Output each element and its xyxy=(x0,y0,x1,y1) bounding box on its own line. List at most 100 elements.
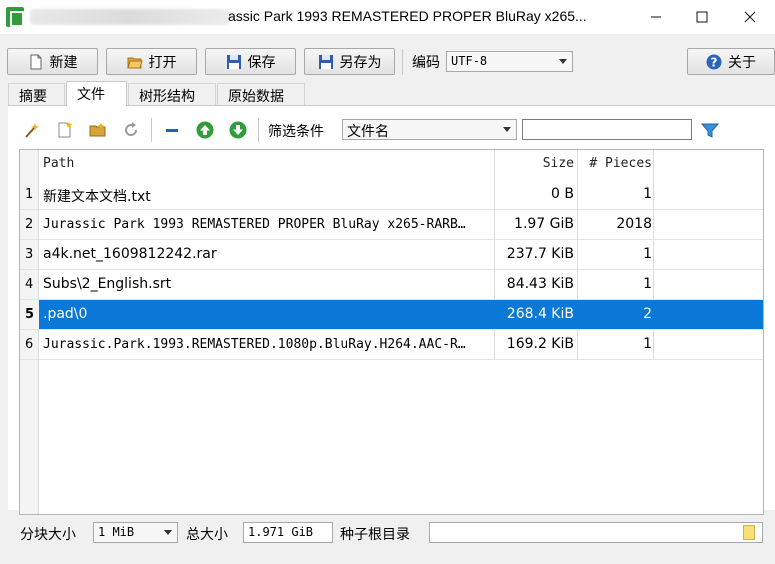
row-number: 3 xyxy=(25,247,34,262)
table-row[interactable]: 2 Jurassic Park 1993 REMASTERED PROPER B… xyxy=(20,210,763,240)
minus-icon xyxy=(166,129,178,132)
filter-input[interactable] xyxy=(522,119,692,140)
refresh-icon xyxy=(125,122,138,137)
add-file-button[interactable] xyxy=(55,120,75,140)
open-button-label: 打开 xyxy=(148,54,177,71)
table-row-selected[interactable]: 5 .pad\0 268.4 KiB 2 xyxy=(20,300,763,330)
move-down-button[interactable] xyxy=(228,120,248,140)
row-path: Jurassic Park 1993 REMASTERED PROPER Blu… xyxy=(43,217,466,232)
tab-raw-data[interactable]: 原始数据 xyxy=(217,83,305,105)
row-path: 新建文本文档.txt xyxy=(43,189,151,205)
about-button-label: 关于 xyxy=(728,54,756,71)
close-icon xyxy=(744,11,756,23)
encoding-value: UTF-8 xyxy=(451,54,488,68)
close-button[interactable] xyxy=(725,0,775,34)
column-header-path[interactable]: Path xyxy=(43,150,74,180)
add-file-icon xyxy=(58,122,72,138)
filter-funnel-icon xyxy=(701,123,719,138)
help-icon: ? xyxy=(706,54,722,69)
column-header-pieces[interactable]: # Pieces xyxy=(580,150,652,180)
maximize-button[interactable] xyxy=(679,0,725,34)
title-redacted xyxy=(30,9,230,25)
open-button[interactable]: 打开 xyxy=(106,48,197,75)
tab-files[interactable]: 文件 xyxy=(66,81,127,106)
add-folder-icon xyxy=(89,123,106,137)
row-number: 5 xyxy=(20,300,39,329)
toolbar-divider xyxy=(258,118,259,142)
save-button[interactable]: 保存 xyxy=(205,48,296,75)
folder-browse-icon[interactable] xyxy=(743,525,755,540)
app-icon xyxy=(6,7,24,27)
save-as-button[interactable]: 另存为 xyxy=(304,48,395,75)
total-size-label: 总大小 xyxy=(186,527,228,543)
new-button[interactable]: 新建 xyxy=(7,48,98,75)
row-pieces: 2 xyxy=(643,306,652,322)
maximize-icon xyxy=(696,11,708,23)
filter-field-value: 文件名 xyxy=(347,124,389,140)
tab-tree[interactable]: 树形结构 xyxy=(128,83,216,105)
column-header-size[interactable]: Size xyxy=(496,150,574,180)
table-row[interactable]: 1 新建文本文档.txt 0 B 1 xyxy=(20,180,763,210)
table-row[interactable]: 3 a4k.net_1609812242.rar 237.7 KiB 1 xyxy=(20,240,763,270)
save-as-disk-icon xyxy=(318,54,333,69)
magic-wand-icon xyxy=(25,123,39,138)
row-path: Subs\2_English.srt xyxy=(43,276,172,292)
row-pieces: 1 xyxy=(643,186,652,202)
tab-summary[interactable]: 摘要 xyxy=(8,83,65,105)
arrow-down-icon xyxy=(229,121,247,139)
chevron-down-icon xyxy=(559,59,567,64)
toolbar-divider xyxy=(402,49,403,75)
total-size-field: 1.971 GiB xyxy=(243,522,333,543)
new-file-icon xyxy=(30,54,41,69)
filter-label: 筛选条件 xyxy=(268,124,324,140)
arrow-up-icon xyxy=(196,121,214,139)
row-number: 2 xyxy=(25,217,34,232)
root-dir-input[interactable] xyxy=(429,522,763,543)
block-size-label: 分块大小 xyxy=(20,527,76,543)
minimize-icon xyxy=(651,16,661,18)
new-button-label: 新建 xyxy=(49,54,78,71)
row-path: a4k.net_1609812242.rar xyxy=(43,246,217,262)
row-size: 268.4 KiB xyxy=(506,306,574,322)
svg-text:?: ? xyxy=(711,55,718,69)
row-number: 4 xyxy=(25,277,34,292)
row-number: 6 xyxy=(25,337,34,352)
toolbar-divider xyxy=(151,118,152,142)
row-pieces: 1 xyxy=(643,246,652,262)
row-size: 169.2 KiB xyxy=(506,336,574,352)
encoding-label: 编码 xyxy=(412,55,440,71)
root-dir-label: 种子根目录 xyxy=(340,527,410,543)
row-pieces: 2018 xyxy=(616,216,652,232)
row-path: Jurassic.Park.1993.REMASTERED.1080p.BluR… xyxy=(43,337,466,352)
row-path: .pad\0 xyxy=(43,306,88,322)
encoding-select[interactable]: UTF-8 xyxy=(446,51,573,72)
window-title: assic Park 1993 REMASTERED PROPER BluRay… xyxy=(228,8,587,24)
apply-filter-button[interactable] xyxy=(700,120,720,140)
row-size: 84.43 KiB xyxy=(506,276,574,292)
save-button-label: 保存 xyxy=(247,54,276,71)
table-row[interactable]: 6 Jurassic.Park.1993.REMASTERED.1080p.Bl… xyxy=(20,330,763,360)
filter-field-select[interactable]: 文件名 xyxy=(342,119,517,140)
save-disk-icon xyxy=(226,54,241,69)
minimize-button[interactable] xyxy=(633,0,679,34)
remove-button[interactable] xyxy=(162,120,182,140)
refresh-button[interactable] xyxy=(121,120,141,140)
table-row[interactable]: 4 Subs\2_English.srt 84.43 KiB 1 xyxy=(20,270,763,300)
about-button[interactable]: ? 关于 xyxy=(687,48,775,75)
edit-wand-button[interactable] xyxy=(22,120,42,140)
chevron-down-icon xyxy=(503,127,511,132)
row-number: 1 xyxy=(25,187,34,202)
save-as-button-label: 另存为 xyxy=(339,54,382,71)
row-size: 0 B xyxy=(551,186,574,202)
row-pieces: 1 xyxy=(643,276,652,292)
files-table[interactable]: Path Size # Pieces 1 新建文本文档.txt 0 B 1 2 … xyxy=(19,149,764,515)
chevron-down-icon xyxy=(164,530,172,535)
add-folder-button[interactable] xyxy=(88,120,108,140)
move-up-button[interactable] xyxy=(195,120,215,140)
open-folder-icon xyxy=(126,57,143,68)
block-size-value: 1 MiB xyxy=(98,525,135,539)
row-size: 237.7 KiB xyxy=(506,246,574,262)
block-size-select[interactable]: 1 MiB xyxy=(93,522,178,543)
row-size: 1.97 GiB xyxy=(514,216,574,232)
row-pieces: 1 xyxy=(643,336,652,352)
